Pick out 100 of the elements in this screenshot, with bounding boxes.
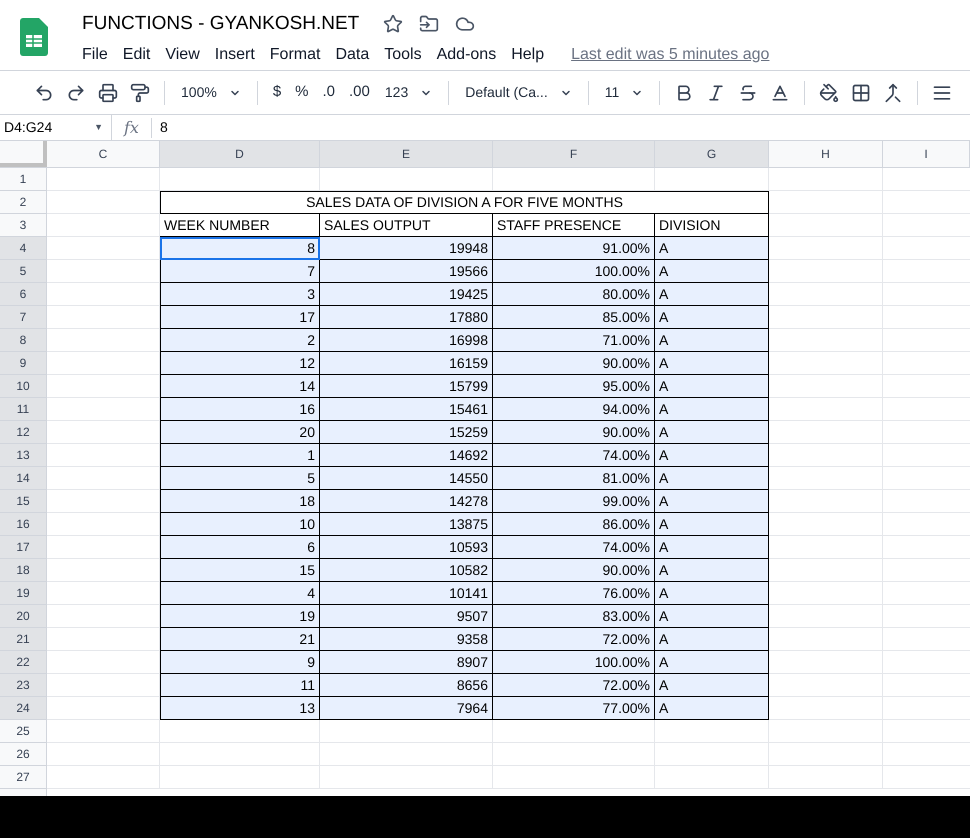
table-cell: 20 [160, 421, 320, 444]
document-title[interactable]: FUNCTIONS - GYANKOSH.NET [82, 10, 360, 38]
table-cell: A [655, 352, 769, 375]
row-header[interactable]: 11 [0, 398, 46, 421]
menu-item[interactable]: Add-ons [436, 42, 496, 66]
table-cell: 74.00% [493, 536, 655, 559]
row-header[interactable]: 5 [0, 260, 46, 283]
row-header[interactable]: 14 [0, 467, 46, 490]
table-cell: A [655, 237, 769, 260]
table-cell: 14278 [320, 490, 493, 513]
row-header[interactable]: 23 [0, 674, 46, 697]
table-cell: 15799 [320, 375, 493, 398]
row-header[interactable]: 6 [0, 283, 46, 306]
table-cell: 7 [160, 260, 320, 283]
row-header[interactable]: 20 [0, 605, 46, 628]
row-header[interactable]: 4 [0, 237, 46, 260]
table-cell: 15 [160, 559, 320, 582]
table-cell: A [655, 444, 769, 467]
last-edit-link[interactable]: Last edit was 5 minutes ago [571, 42, 770, 66]
table-cell: A [655, 697, 769, 720]
menu-item[interactable]: Data [335, 42, 370, 66]
table-cell: 21 [160, 628, 320, 651]
table-cell: 72.00% [493, 628, 655, 651]
row-header[interactable]: 27 [0, 766, 46, 789]
table-cell: 12 [160, 352, 320, 375]
menu-item[interactable]: Help [511, 42, 544, 66]
table-cell: A [655, 490, 769, 513]
column-header[interactable]: E [320, 141, 493, 167]
table-cell: 14550 [320, 467, 493, 490]
row-header[interactable]: 2 [0, 191, 46, 214]
table-cell: 4 [160, 582, 320, 605]
column-header[interactable]: H [769, 141, 883, 167]
column-header[interactable]: I [883, 141, 970, 167]
menu-item[interactable]: Edit [122, 42, 150, 66]
table-cell: 3 [160, 283, 320, 306]
row-header[interactable]: 16 [0, 513, 46, 536]
row-header[interactable]: 25 [0, 720, 46, 743]
table-cell: A [655, 283, 769, 306]
row-header[interactable]: 19 [0, 582, 46, 605]
row-header[interactable]: 17 [0, 536, 46, 559]
table-cell: 10582 [320, 559, 493, 582]
table-cell: 99.00% [493, 490, 655, 513]
menu-item[interactable]: Insert [214, 42, 255, 66]
function-label: fx [124, 116, 139, 138]
table-cell: 10593 [320, 536, 493, 559]
table-cell: 8656 [320, 674, 493, 697]
table-cell: 9507 [320, 605, 493, 628]
column-header[interactable]: D [160, 141, 320, 167]
table-cell: 90.00% [493, 352, 655, 375]
table-cell: A [655, 628, 769, 651]
paint-bucket-icon [819, 82, 840, 102]
formula-field[interactable]: 8 [160, 117, 168, 138]
format-button[interactable]: $ [266, 76, 288, 108]
table-cell: 5 [160, 467, 320, 490]
format-button[interactable]: .00 [342, 76, 377, 108]
column-header[interactable]: F [493, 141, 655, 167]
menu-item[interactable]: File [82, 42, 108, 66]
row-header[interactable]: 1 [0, 168, 46, 191]
menu-item[interactable]: Format [270, 42, 320, 66]
caret-icon: ▼ [94, 120, 103, 134]
dropdown-button[interactable]: 123 [376, 76, 440, 108]
table-cell: 8 [160, 237, 320, 260]
row-header[interactable]: 12 [0, 421, 46, 444]
row-header[interactable]: 22 [0, 651, 46, 674]
table-cell: A [655, 674, 769, 697]
row-header[interactable]: 13 [0, 444, 46, 467]
table-cell: A [655, 375, 769, 398]
column-header[interactable]: C [47, 141, 160, 167]
table-cell: 9 [160, 651, 320, 674]
row-header[interactable]: 8 [0, 329, 46, 352]
menu-item[interactable]: Tools [384, 42, 422, 66]
table-cell: A [655, 651, 769, 674]
table-cell: 10 [160, 513, 320, 536]
table-cell: 86.00% [493, 513, 655, 536]
dropdown-button[interactable]: 100% [173, 76, 249, 108]
table-cell: 19 [160, 605, 320, 628]
name-box[interactable]: D4:G24 ▼ [0, 115, 112, 140]
row-header[interactable]: 24 [0, 697, 46, 720]
dropdown-button[interactable]: 11 [596, 76, 652, 108]
row-header[interactable]: 9 [0, 352, 46, 375]
move-folder-icon[interactable] [419, 14, 440, 34]
table-cell: 74.00% [493, 444, 655, 467]
strikethrough-icon [738, 82, 758, 102]
menu-item[interactable]: View [165, 42, 200, 66]
format-button[interactable]: .0 [316, 76, 342, 108]
row-header[interactable]: 26 [0, 743, 46, 766]
table-cell: 15461 [320, 398, 493, 421]
dropdown-button[interactable]: Default (Ca... [457, 76, 580, 108]
row-header[interactable]: 10 [0, 375, 46, 398]
format-button[interactable]: % [288, 76, 316, 108]
table-cell: 8907 [320, 651, 493, 674]
row-header[interactable]: 7 [0, 306, 46, 329]
row-header[interactable]: 15 [0, 490, 46, 513]
row-header[interactable]: 21 [0, 628, 46, 651]
row-header[interactable]: 18 [0, 559, 46, 582]
table-cell: A [655, 260, 769, 283]
star-icon[interactable] [383, 14, 404, 34]
table-title: SALES DATA OF DIVISION A FOR FIVE MONTHS [160, 191, 769, 214]
column-header[interactable]: G [655, 141, 769, 167]
undo-icon [34, 82, 54, 102]
